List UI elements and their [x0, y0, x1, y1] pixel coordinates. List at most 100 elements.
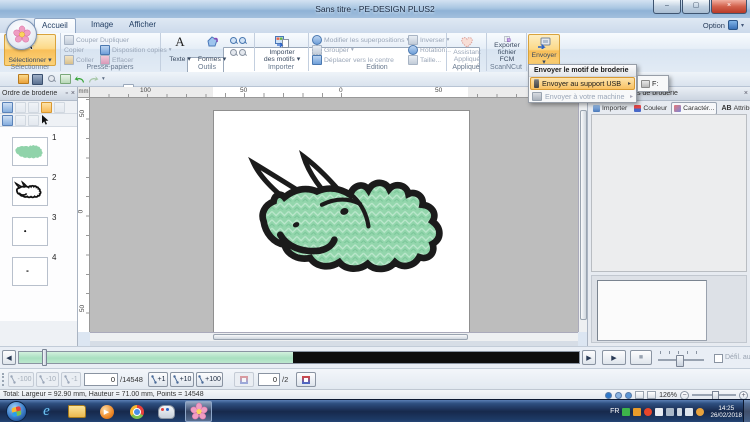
- order-item-1[interactable]: 1: [10, 133, 70, 167]
- formes-button[interactable]: Formes ▾: [196, 34, 228, 64]
- redo-button[interactable]: [88, 74, 99, 85]
- taskbar-chrome[interactable]: [123, 401, 150, 422]
- stitch-plus-1-button[interactable]: +1: [148, 372, 168, 387]
- volume-tray-icon[interactable]: [685, 407, 694, 416]
- stitch-minus-100-button[interactable]: -100: [8, 372, 34, 387]
- show-frame-icon[interactable]: [41, 101, 52, 113]
- order-item-3[interactable]: 3: [10, 213, 70, 247]
- move-down-icon[interactable]: [28, 101, 39, 113]
- select-frame-icon[interactable]: [2, 101, 13, 113]
- next-color-button[interactable]: [296, 372, 316, 387]
- modifier-superpositions-button[interactable]: Modifier les superpositions▾: [312, 35, 409, 45]
- menu-item-envoyer-usb[interactable]: Envoyer au support USB ▸: [530, 77, 635, 90]
- option-menu[interactable]: Option ▾: [703, 20, 744, 30]
- undo-button[interactable]: [74, 74, 85, 85]
- display-tray-icon[interactable]: [666, 407, 675, 416]
- stitch-plus-100-button[interactable]: +100: [196, 372, 223, 387]
- rotation-button[interactable]: Rotation...: [408, 45, 451, 55]
- menu-header-envoyer-motif[interactable]: Envoyer le motif de broderie: [529, 65, 636, 77]
- move-up-icon[interactable]: [15, 101, 26, 113]
- stitch-view-button[interactable]: [615, 391, 623, 399]
- zoom-slider[interactable]: [692, 391, 736, 401]
- pointer-icon[interactable]: [41, 115, 49, 125]
- play-button[interactable]: ▶: [602, 350, 626, 365]
- current-stitch-input[interactable]: 0: [84, 373, 118, 386]
- maximize-button[interactable]: ▢: [682, 0, 710, 14]
- taskbar-pe-design[interactable]: [185, 401, 212, 422]
- show-desktop-button[interactable]: [743, 400, 750, 422]
- applique-icon[interactable]: [28, 114, 39, 126]
- tab-image[interactable]: Image: [84, 18, 120, 32]
- speed-slider[interactable]: [658, 351, 704, 367]
- current-color-input[interactable]: 0: [258, 373, 280, 386]
- realistic-view-button[interactable]: [605, 391, 613, 399]
- usb-drive-letter[interactable]: F:: [652, 79, 658, 88]
- zoom-in-icon[interactable]: [230, 37, 238, 45]
- taskbar-media-player[interactable]: ▶: [93, 401, 120, 422]
- application-button[interactable]: [6, 19, 37, 50]
- wireless-tray-icon[interactable]: [696, 407, 705, 416]
- taskbar-internet-explorer[interactable]: e: [33, 401, 60, 422]
- dupliquer-button[interactable]: Dupliquer: [100, 35, 480, 271]
- stitch-progress-track[interactable]: [18, 351, 580, 364]
- taskbar-explorer[interactable]: [63, 401, 90, 422]
- layout-mode-icon[interactable]: [2, 114, 13, 126]
- minimize-button[interactable]: –: [653, 0, 681, 14]
- grouper-button[interactable]: Grouper ▾: [312, 45, 354, 55]
- fit-page-button[interactable]: [647, 391, 657, 399]
- stop-button[interactable]: ■: [630, 350, 652, 365]
- hide-frame-icon[interactable]: [54, 101, 65, 113]
- stitch-minus-1-button[interactable]: -1: [61, 372, 81, 387]
- panel-close-icon[interactable]: ×: [744, 90, 748, 97]
- vertical-scrollbar-thumb[interactable]: [580, 110, 587, 320]
- jump-to-end-button[interactable]: ▶: [582, 350, 596, 365]
- horizontal-scrollbar-thumb[interactable]: [213, 334, 468, 340]
- language-indicator[interactable]: FR: [610, 408, 619, 415]
- importer-motifs-button[interactable]: Importer des motifs ▾: [258, 34, 306, 64]
- exporter-fcm-button[interactable]: Exporter fichier FCM: [489, 34, 525, 64]
- design-settings-button[interactable]: [46, 74, 57, 85]
- order-item-2[interactable]: 2: [10, 173, 70, 207]
- title-bar[interactable]: Sans titre - PE-DESIGN PLUS2 – ▢ ×: [0, 0, 750, 19]
- solid-view-button[interactable]: [625, 391, 633, 399]
- speed-slider-thumb[interactable]: [676, 355, 684, 367]
- horizontal-scrollbar[interactable]: [90, 332, 578, 341]
- alert-tray-icon[interactable]: [644, 407, 653, 416]
- design-property-button[interactable]: [635, 391, 645, 399]
- design-page-button[interactable]: [60, 74, 71, 85]
- flag-tray-icon[interactable]: [655, 407, 664, 416]
- qat-more-button[interactable]: ▾: [102, 76, 105, 82]
- taskbar-clock[interactable]: 14:25 26/02/2018: [710, 405, 742, 419]
- save-button[interactable]: [32, 73, 43, 85]
- lock-tray-icon[interactable]: [633, 407, 642, 416]
- previous-color-button[interactable]: [234, 372, 254, 387]
- texte-button[interactable]: A Texte ▾: [166, 34, 194, 64]
- stitch-plus-10-button[interactable]: +10: [170, 372, 194, 387]
- antivirus-tray-icon[interactable]: [622, 407, 631, 416]
- triceratops-design[interactable]: [247, 141, 455, 291]
- tab-accueil[interactable]: Accueil: [34, 18, 76, 33]
- zoom-out-icon[interactable]: [239, 37, 247, 45]
- copier-button[interactable]: Copier: [64, 45, 444, 281]
- taskbar-paint[interactable]: [153, 401, 180, 422]
- stitch-position-handle[interactable]: [42, 349, 47, 366]
- toolbar-grip[interactable]: [2, 373, 7, 386]
- new-document-button[interactable]: [4, 74, 134, 96]
- auto-scroll-checkbox[interactable]: [714, 354, 723, 363]
- jump-to-start-button[interactable]: ◀: [2, 350, 16, 365]
- design-page[interactable]: [213, 110, 470, 332]
- design-canvas[interactable]: [90, 98, 578, 332]
- battery-tray-icon[interactable]: [677, 407, 683, 416]
- close-button[interactable]: ×: [711, 0, 747, 14]
- order-item-4[interactable]: 4: [10, 253, 70, 287]
- measure-tool-icon[interactable]: [239, 49, 247, 57]
- open-file-button[interactable]: [18, 74, 29, 85]
- inverser-button[interactable]: Inverser ▾: [408, 35, 449, 45]
- tab-afficher[interactable]: Afficher: [122, 18, 163, 32]
- assistant-applique-button[interactable]: Assistant Appliqué: [449, 34, 485, 64]
- envoyer-button[interactable]: Envoyer ▾: [528, 34, 560, 68]
- start-button[interactable]: [3, 401, 30, 422]
- panel-close-icon[interactable]: ×: [71, 90, 75, 97]
- couper-button[interactable]: Couper: [64, 35, 98, 45]
- pan-tool-icon[interactable]: [230, 49, 238, 57]
